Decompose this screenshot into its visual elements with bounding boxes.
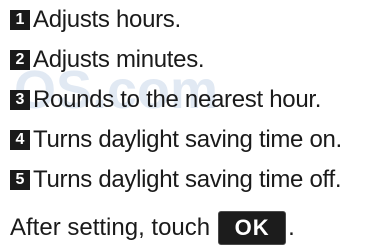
instruction-list: 1 Adjusts hours. 2 Adjusts minutes. 3 Ro… [10,0,387,200]
list-item: 3 Rounds to the nearest hour. [10,80,387,120]
step-text: Turns daylight saving time on. [33,126,342,153]
list-item: 1 Adjusts hours. [10,0,387,40]
final-period: . [288,214,295,241]
step-number-badge: 1 [10,10,30,30]
step-text: Turns daylight saving time off. [33,166,342,193]
step-number-badge: 4 [10,130,30,150]
list-item: 5 Turns daylight saving time off. [10,160,387,200]
step-number-badge: 5 [10,170,30,190]
list-item: 2 Adjusts minutes. [10,40,387,80]
step-text: Adjusts minutes. [33,46,205,73]
ok-button[interactable]: OK [218,211,287,245]
step-number-badge: 3 [10,90,30,110]
final-instruction: After setting, touch OK . [10,208,295,248]
list-item: 4 Turns daylight saving time on. [10,120,387,160]
final-instruction-text: After setting, touch [10,214,211,241]
step-number-badge: 2 [10,50,30,70]
step-text: Adjusts hours. [33,6,181,33]
step-text: Rounds to the nearest hour. [33,86,322,113]
